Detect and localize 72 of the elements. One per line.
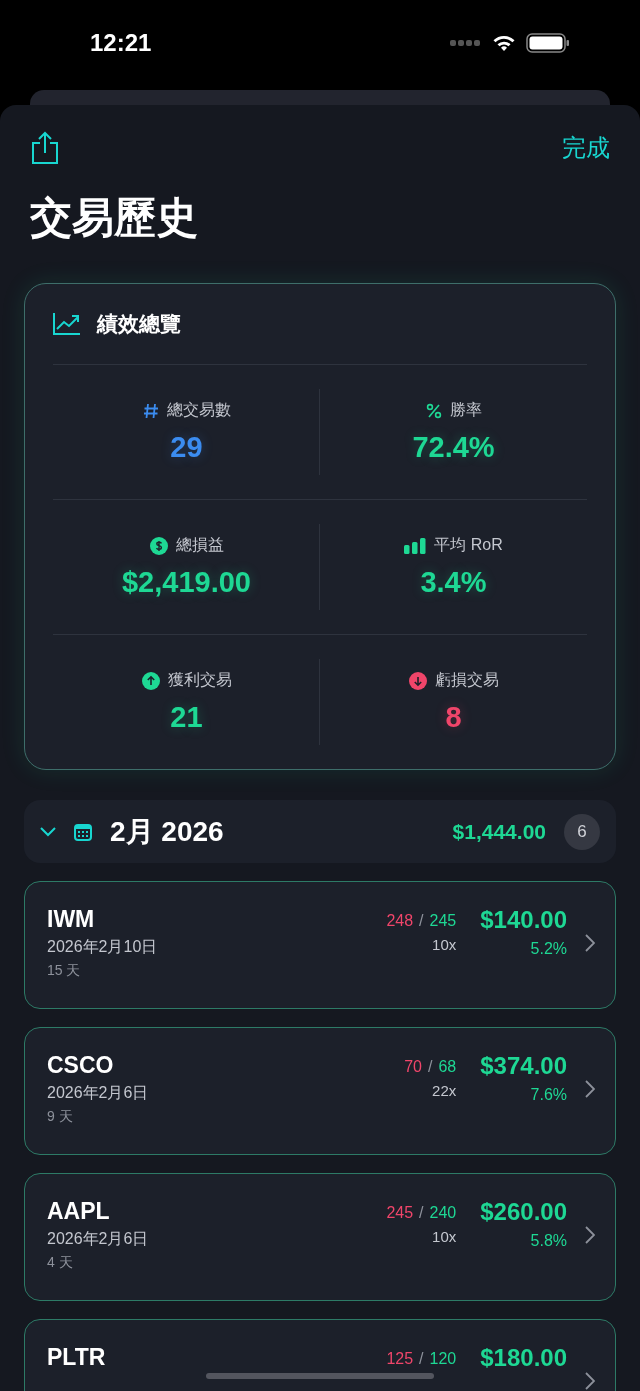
- ticker: CSCO: [47, 1052, 114, 1079]
- return-percent: 5.2%: [530, 940, 567, 958]
- stat-label: 獲利交易: [167, 670, 232, 690]
- status-time: 12:21: [90, 29, 152, 57]
- chevron-right-icon: [585, 1080, 595, 1098]
- ticker: IWM: [47, 906, 95, 933]
- stat-value: 72.4%: [412, 431, 495, 464]
- profit-amount: $260.00: [480, 1198, 567, 1226]
- chevron-right-icon: [585, 1372, 595, 1390]
- battery-icon: [526, 33, 570, 53]
- stat-value: 8: [445, 701, 462, 734]
- ticker: PLTR: [47, 1344, 106, 1371]
- arrow-down-icon: [408, 671, 427, 690]
- trade-card[interactable]: IWM 2026年2月10日 15 天 248 / 245 10x $140.00 5.2%: [24, 881, 616, 1009]
- stat-label: 虧損交易: [434, 670, 499, 690]
- hash-icon: [142, 402, 159, 419]
- leverage: 22x: [432, 1082, 457, 1099]
- summary-title: 績效總覽: [97, 311, 181, 337]
- profit-amount: $140.00: [480, 906, 567, 934]
- holding-days: 4 天: [47, 1254, 73, 1272]
- profit-amount: $374.00: [480, 1052, 567, 1080]
- trade-card[interactable]: CSCO 2026年2月6日 9 天 70 / 68 22x $374.00 7.6%: [24, 1027, 616, 1155]
- trade-card[interactable]: PLTR 125 / 120 $180.00: [24, 1319, 616, 1391]
- exit-price: 245: [429, 912, 457, 930]
- signal-icon: [450, 40, 482, 46]
- stat-value: 3.4%: [420, 566, 487, 599]
- calendar-icon: [74, 822, 92, 841]
- exit-price: 120: [429, 1350, 457, 1368]
- stat-label: 勝率: [449, 400, 482, 420]
- profit-amount: $180.00: [480, 1344, 567, 1372]
- trade-date: 2026年2月6日: [47, 1083, 149, 1103]
- month-title: 2月 2026: [110, 814, 225, 849]
- ticker: AAPL: [47, 1198, 110, 1225]
- trade-count: 6: [564, 813, 600, 850]
- leverage: 10x: [432, 936, 457, 953]
- entry-price: 125: [386, 1350, 414, 1368]
- return-percent: 7.6%: [530, 1086, 567, 1104]
- entry-price: 70: [404, 1058, 422, 1076]
- wifi-icon: [492, 34, 516, 52]
- trade-card[interactable]: AAPL 2026年2月6日 4 天 245 / 240 10x $260.00 5.8%: [24, 1173, 616, 1301]
- entry-price: 248: [386, 912, 414, 930]
- month-header[interactable]: 2月 2026 $1,444.00 6: [24, 800, 616, 863]
- exit-price: 240: [429, 1204, 457, 1222]
- share-icon[interactable]: [30, 131, 60, 165]
- percent-icon: [425, 402, 442, 419]
- stat-value: 29: [170, 431, 203, 464]
- chevron-right-icon: [585, 934, 595, 952]
- stat-label: 平均 RoR: [434, 535, 503, 555]
- chevron-right-icon: [585, 1226, 595, 1244]
- dollar-icon: [149, 536, 168, 555]
- holding-days: 9 天: [47, 1108, 73, 1126]
- stat-label: 總損益: [175, 535, 224, 555]
- page-title: 交易歷史: [30, 193, 199, 243]
- trend-chart-icon: [53, 313, 81, 335]
- stat-label: 總交易數: [166, 400, 231, 420]
- price-separator: /: [428, 1058, 433, 1076]
- stat-value: $2,419.00: [122, 566, 251, 599]
- return-percent: 5.8%: [530, 1232, 567, 1250]
- price-separator: /: [419, 1204, 424, 1222]
- entry-price: 245: [386, 1204, 414, 1222]
- done-button[interactable]: 完成: [562, 132, 610, 164]
- holding-days: 15 天: [47, 962, 81, 980]
- stat-value: 21: [170, 701, 203, 734]
- bar-chart-icon: [404, 537, 427, 554]
- price-separator: /: [419, 1350, 424, 1368]
- trade-date: 2026年2月10日: [47, 937, 158, 957]
- trade-date: 2026年2月6日: [47, 1229, 149, 1249]
- price-separator: /: [419, 912, 424, 930]
- month-total: $1,444.00: [452, 819, 546, 844]
- leverage: 10x: [432, 1228, 457, 1245]
- arrow-up-icon: [141, 671, 160, 690]
- exit-price: 68: [438, 1058, 457, 1076]
